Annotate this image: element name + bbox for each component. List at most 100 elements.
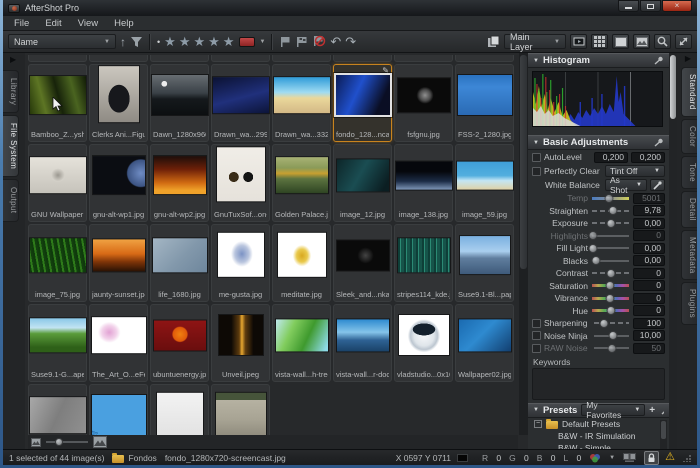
thumbnail-cell[interactable] [150,384,209,435]
thumbnail-view-button[interactable] [591,34,608,49]
thumbnail-cell[interactable]: Dawn_1280x960.jpg [150,64,209,142]
tab-standard[interactable]: Standard [681,67,697,117]
thumbnail-cell[interactable]: GnuTuxSof...on-v1.jpg [211,144,270,222]
autolevel-checkbox[interactable] [532,153,541,162]
value-fill-light[interactable]: 0,00 [633,243,665,254]
checkbox-raw-noise[interactable] [532,344,541,353]
value-temp[interactable]: 5001 [633,193,665,204]
star-icon[interactable]: ★ [164,35,177,48]
thumbnail-cell[interactable]: image_12.jpg [333,144,392,222]
thumbnail-cell[interactable]: Suse9.1-G...apers.jpg [28,304,87,382]
large-thumbnails-icon[interactable] [93,436,107,448]
thumbnail-cell[interactable]: Suse9.1-Bl...papers.jpg [455,224,514,302]
tab-tone[interactable]: Tone [681,156,697,189]
thumbnail-cell[interactable]: FSS-2_1280.jpg [455,64,514,142]
panel-collapse-arrow-icon[interactable]: ▶ [10,55,16,64]
slider-handle-saturation[interactable] [606,281,615,290]
tab-output[interactable]: Output [3,179,19,221]
thumbnail-cell-clipped[interactable] [150,55,209,62]
sort-by-dropdown[interactable]: Name ▼ [8,34,116,49]
keywords-input[interactable] [532,368,665,400]
presets-header[interactable]: ▼ Presets My Favorites ▼ + [528,403,669,418]
star-icon[interactable]: ★ [208,35,221,48]
thumbnail-cell[interactable]: gnu-alt-wp1.jpg [89,144,148,222]
color-label-chevron-icon[interactable]: ▼ [259,39,265,45]
tab-plugins[interactable]: Plugins [681,282,697,325]
thumbnail-cell[interactable]: Clerks Ani...Figure.jpg [89,64,148,142]
value-hue[interactable]: 0 [633,305,665,316]
slider-handle-exposure[interactable] [606,219,615,228]
rotate-right-icon[interactable]: ↷ [345,35,356,48]
thumbnail-cell[interactable] [89,384,148,435]
slider-handle-contrast[interactable] [606,269,615,278]
slider-sharpening[interactable] [593,319,630,328]
thumbnail-cell[interactable]: image_59.jpg [455,144,514,222]
presets-scrollbar[interactable]: ▼ [660,420,667,450]
rotate-left-icon[interactable]: ↶ [330,35,341,48]
flag-review-icon[interactable] [295,36,308,48]
thumbnail-cell[interactable]: Sleek_and...nkahn.jpg [333,224,392,302]
thumbnail-cell-clipped[interactable] [333,55,392,62]
thumbnail-cell[interactable]: Drawn_wa...299_.jpg [211,64,270,142]
preset-item-b-w-ir-simulation[interactable]: B&W - IR Simulation [528,430,669,442]
preset-folder-row[interactable]: − Default Presets [528,418,669,430]
thumbnail-cell-clipped[interactable] [28,55,87,62]
basic-adjustments-header[interactable]: ▼ Basic Adjustments [528,135,669,150]
thumbnail-cell[interactable] [28,384,87,435]
slider-handle-straighten[interactable] [608,206,617,215]
white-balance-picker-button[interactable] [650,179,665,191]
slider-noise-ninja[interactable] [593,331,630,340]
menu-view[interactable]: View [70,17,106,30]
thumbnail-cell-clipped[interactable] [394,55,453,62]
autolevel-white-value[interactable]: 0,200 [631,152,665,163]
close-button[interactable]: × [662,0,692,12]
tab-detail[interactable]: Detail [681,191,697,228]
lock-button[interactable] [644,451,659,465]
chevron-down-icon[interactable]: ▼ [609,455,615,461]
menu-help[interactable]: Help [106,17,142,30]
no-rating-dot-icon[interactable]: • [157,37,160,47]
slider-raw-noise[interactable] [593,344,630,353]
slider-handle-hue[interactable] [606,306,615,315]
thumbnail-cell[interactable]: Unveil.jpeg [211,304,270,382]
slider-contrast[interactable] [591,269,630,278]
grid-scrollbar[interactable] [519,53,528,435]
thumbnail-cell[interactable]: Golden Palace.jpg [272,144,331,222]
resize-grip[interactable] [683,454,691,462]
color-management-button[interactable] [587,452,603,464]
small-thumbnails-icon[interactable] [31,438,41,447]
magnify-button[interactable] [654,34,671,49]
flag-reject-icon[interactable] [312,35,326,48]
thumbnail-cell[interactable]: vladstudio...0x1024.jpg [394,304,453,382]
menu-file[interactable]: File [6,17,37,30]
collapse-triangle-icon[interactable]: ▼ [533,58,539,64]
browse-view-button[interactable] [612,34,629,49]
thumbnail-cell[interactable]: gnu-alt-wp2.jpg [150,144,209,222]
warning-icon[interactable]: ⚠ [665,452,675,463]
perfectly-clear-checkbox[interactable] [532,167,541,176]
slider-straighten[interactable] [591,206,630,215]
value-exposure[interactable]: 0,00 [633,218,665,229]
slider-handle-highlights[interactable] [588,231,597,240]
flag-pick-icon[interactable] [279,36,291,48]
pin-icon[interactable] [661,406,664,415]
collapse-triangle-icon[interactable]: ▼ [533,407,539,413]
thumbnail-cell-clipped[interactable] [89,55,148,62]
panel-collapse-arrow-icon[interactable]: ▶ [685,54,691,63]
value-saturation[interactable]: 0 [633,280,665,291]
thumbnail-cell[interactable]: jaunty-sunset.jpg [89,224,148,302]
title-bar[interactable]: AfterShot Pro × [3,0,697,16]
thumbnail-cell[interactable]: vista-wall...r-dock.jpg [333,304,392,382]
fullscreen-button[interactable] [675,34,692,49]
thumbnail-cell[interactable]: ✎fondo_128...ncast.jpg [333,64,392,142]
thumbnail-cell-clipped[interactable] [455,55,514,62]
maximize-button[interactable] [640,0,661,12]
duplicate-version-icon[interactable] [487,35,500,48]
thumbnail-cell[interactable]: stripes114_kde.jpg [394,224,453,302]
thumbnail-size-slider[interactable] [46,441,88,443]
presets-favorites-dropdown[interactable]: My Favorites ▼ [581,404,645,416]
tab-metadata[interactable]: Metadata [681,230,697,281]
thumbnail-cell[interactable]: vista-wall...h-tree.jpg [272,304,331,382]
tree-collapse-icon[interactable]: − [534,420,542,428]
tab-library[interactable]: Library [3,70,19,113]
